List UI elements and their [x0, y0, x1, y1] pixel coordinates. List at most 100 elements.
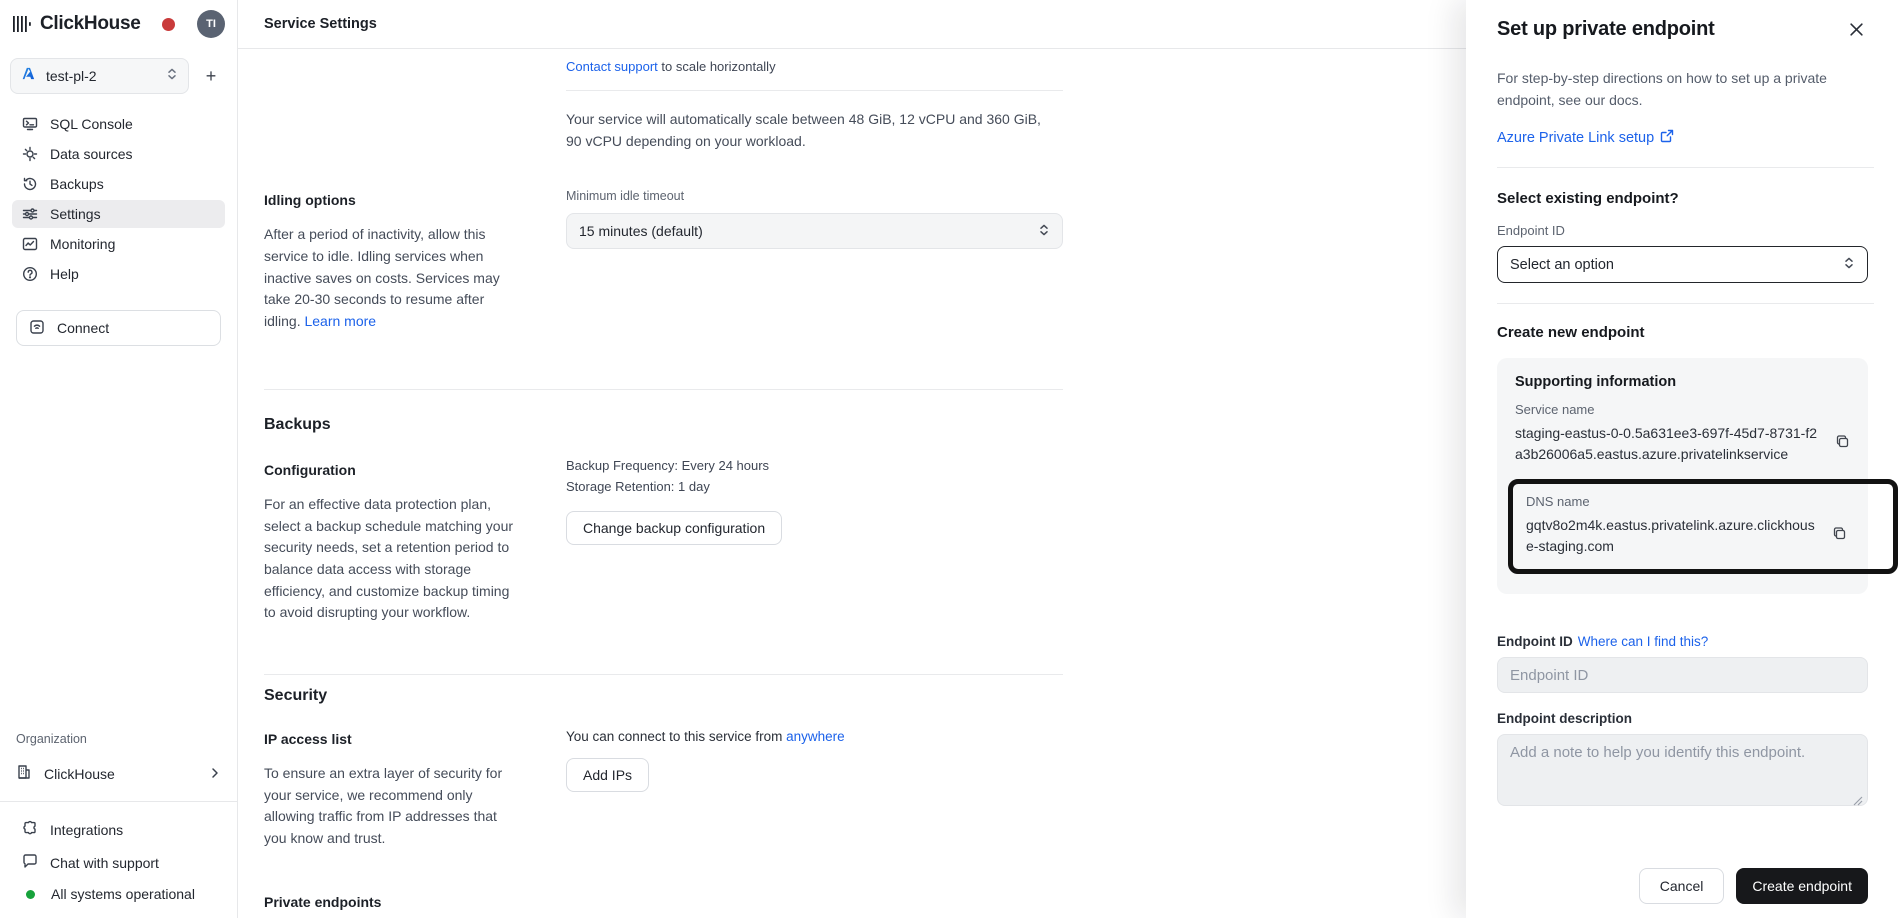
idling-options-description: After a period of inactivity, allow this…: [264, 226, 500, 329]
close-icon: [1849, 22, 1864, 42]
contact-support-rest: to scale horizontally: [661, 59, 775, 74]
endpoint-id-input[interactable]: [1510, 667, 1855, 684]
help-icon: [22, 266, 38, 282]
sidebar-item-chat-support[interactable]: Chat with support: [12, 847, 225, 878]
sql-console-icon: [22, 116, 38, 132]
external-link-icon: [1660, 129, 1674, 147]
organization-switcher[interactable]: ClickHouse: [0, 756, 237, 797]
sidebar-item-label: Backups: [50, 176, 104, 192]
add-service-button[interactable]: +: [197, 62, 225, 90]
existing-endpoint-id-label: Endpoint ID: [1497, 223, 1868, 238]
sidebar: ClickHouse TI test-pl-2 +: [0, 0, 238, 918]
sidebar-item-label: Settings: [50, 206, 101, 222]
settings-icon: [22, 206, 38, 222]
system-status[interactable]: All systems operational: [12, 880, 225, 908]
sidebar-footer: Integrations Chat with support All syste…: [0, 801, 237, 918]
sidebar-item-integrations[interactable]: Integrations: [12, 814, 225, 845]
service-name-value: staging-eastus-0-0.5a631ee3-697f-45d7-87…: [1515, 423, 1823, 465]
dns-name-highlight-box: DNS name gqtv8o2m4k.eastus.privatelink.a…: [1508, 479, 1898, 574]
sidebar-item-sql-console[interactable]: SQL Console: [12, 110, 225, 138]
idle-timeout-select[interactable]: 15 minutes (default): [566, 213, 1063, 249]
ip-access-description: To ensure an extra layer of security for…: [264, 763, 514, 850]
copy-icon: [1835, 434, 1850, 454]
connect-icon: [29, 319, 45, 338]
monitoring-icon: [22, 236, 38, 252]
organization-icon: [16, 764, 32, 783]
close-panel-button[interactable]: [1845, 18, 1868, 46]
logo-row: ClickHouse TI: [0, 0, 237, 46]
status-label: All systems operational: [51, 886, 195, 902]
idle-timeout-value: 15 minutes (default): [579, 223, 1038, 239]
backup-config-description: For an effective data protection plan, s…: [264, 494, 514, 624]
service-selector[interactable]: test-pl-2: [10, 58, 189, 94]
chat-icon: [22, 853, 38, 872]
select-existing-title: Select existing endpoint?: [1497, 190, 1868, 207]
connect-button[interactable]: Connect: [16, 310, 221, 346]
azure-private-link-setup-link[interactable]: Azure Private Link setup: [1497, 130, 1654, 146]
chevron-right-icon: [209, 766, 221, 782]
status-ok-icon: [26, 890, 35, 899]
panel-intro: For step-by-step directions on how to se…: [1497, 68, 1868, 111]
organization-name: ClickHouse: [44, 766, 197, 782]
clickhouse-logo-icon: [12, 14, 32, 34]
dns-name-value: gqtv8o2m4k.eastus.privatelink.azure.clic…: [1526, 515, 1820, 557]
sidebar-item-label: Help: [50, 266, 79, 282]
sidebar-item-label: Data sources: [50, 146, 132, 162]
panel-title: Set up private endpoint: [1497, 18, 1715, 41]
sidebar-item-label: SQL Console: [50, 116, 133, 132]
learn-more-link[interactable]: Learn more: [304, 313, 376, 329]
copy-dns-name-button[interactable]: [1830, 524, 1849, 548]
copy-service-name-button[interactable]: [1833, 432, 1852, 456]
contact-support-link[interactable]: Contact support: [566, 59, 658, 74]
sidebar-item-settings[interactable]: Settings: [12, 200, 225, 228]
service-name-label: Service name: [1515, 402, 1852, 417]
data-sources-icon: [22, 146, 38, 162]
service-selector-row: test-pl-2 +: [0, 46, 237, 98]
service-name: test-pl-2: [46, 68, 156, 84]
avatar[interactable]: TI: [197, 10, 225, 38]
integrations-icon: [22, 820, 38, 839]
auto-scale-text: Your service will automatically scale be…: [566, 109, 1046, 152]
supporting-information-title: Supporting information: [1515, 374, 1852, 390]
azure-icon: [21, 66, 36, 86]
panel-footer: Cancel Create endpoint: [1497, 868, 1868, 904]
connect-from-text: You can connect to this service from: [566, 729, 782, 744]
create-endpoint-button[interactable]: Create endpoint: [1736, 868, 1868, 904]
sidebar-item-data-sources[interactable]: Data sources: [12, 140, 225, 168]
clickhouse-console: ClickHouse TI test-pl-2 +: [0, 0, 1898, 918]
new-endpoint-id-label: Endpoint ID: [1497, 634, 1573, 649]
page-title: Service Settings: [264, 16, 377, 32]
app-title: ClickHouse: [40, 13, 140, 35]
backup-config-title: Configuration: [264, 462, 514, 478]
where-can-i-find-this-link[interactable]: Where can I find this?: [1578, 634, 1709, 649]
idling-options-title: Idling options: [264, 192, 514, 208]
footer-item-label: Chat with support: [50, 855, 159, 871]
footer-item-label: Integrations: [50, 822, 123, 838]
backups-icon: [22, 176, 38, 192]
endpoint-id-input-wrap: [1497, 657, 1868, 693]
connect-label: Connect: [57, 320, 109, 336]
recording-indicator-dot: [162, 18, 175, 31]
anywhere-link[interactable]: anywhere: [786, 729, 845, 744]
sidebar-item-label: Monitoring: [50, 236, 115, 252]
private-endpoints-title: Private endpoints: [264, 894, 514, 910]
create-new-endpoint-title: Create new endpoint: [1497, 324, 1868, 341]
endpoint-id-select[interactable]: Select an option: [1497, 246, 1868, 283]
endpoint-description-wrap: [1497, 734, 1868, 811]
sidebar-nav: SQL Console Data sources Backups: [0, 98, 237, 288]
idle-timeout-label: Minimum idle timeout: [566, 189, 1063, 203]
chevron-updown-icon: [166, 67, 178, 86]
storage-retention: Storage Retention: 1 day: [566, 478, 1063, 497]
change-backup-config-button[interactable]: Change backup configuration: [566, 511, 782, 545]
chevron-updown-icon: [1038, 223, 1050, 240]
sidebar-item-monitoring[interactable]: Monitoring: [12, 230, 225, 258]
cancel-button[interactable]: Cancel: [1639, 868, 1725, 904]
dns-name-label: DNS name: [1526, 494, 1875, 509]
chevron-updown-icon: [1843, 256, 1855, 274]
sidebar-item-backups[interactable]: Backups: [12, 170, 225, 198]
organization-label: Organization: [0, 732, 237, 756]
endpoint-description-input[interactable]: [1497, 734, 1868, 806]
add-ips-button[interactable]: Add IPs: [566, 758, 649, 792]
setup-private-endpoint-panel: Set up private endpoint For step-by-step…: [1466, 0, 1898, 918]
sidebar-item-help[interactable]: Help: [12, 260, 225, 288]
